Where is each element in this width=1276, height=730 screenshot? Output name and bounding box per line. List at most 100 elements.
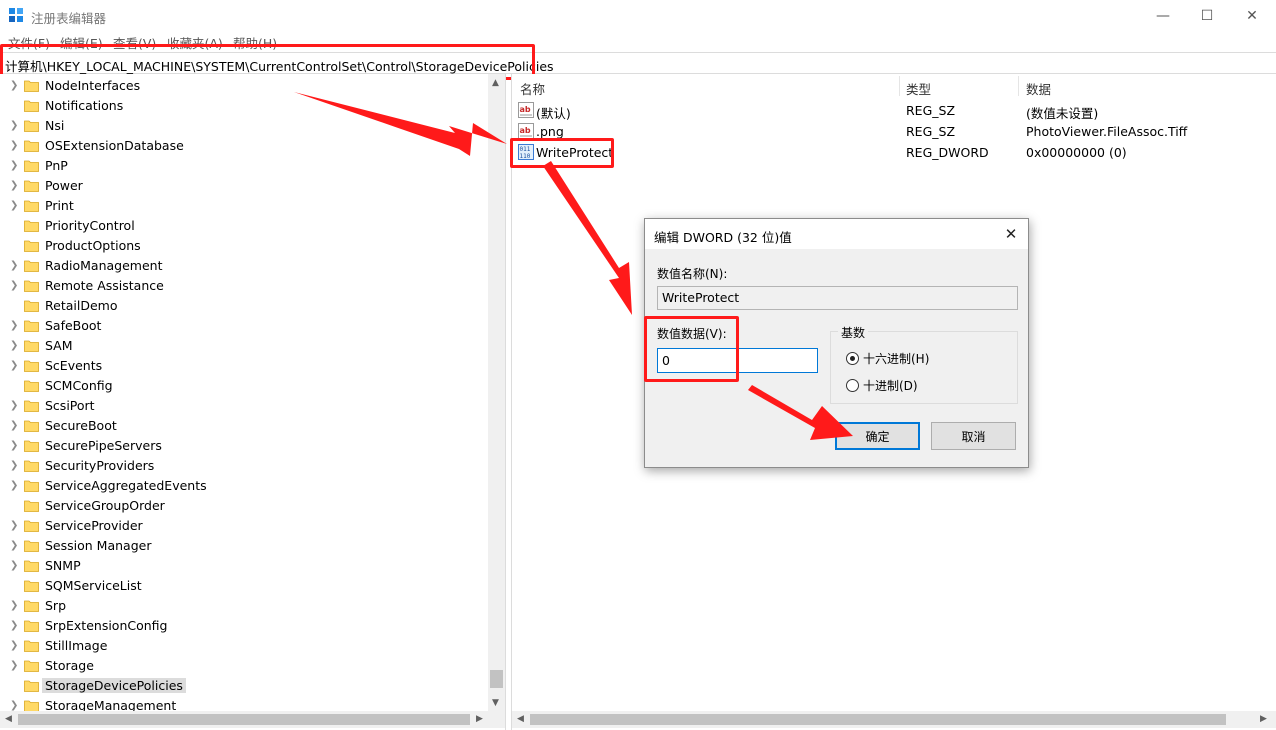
chevron-right-icon[interactable]: ❯ bbox=[10, 560, 18, 572]
tree-item[interactable]: StorageDevicePolicies bbox=[0, 676, 488, 696]
chevron-right-icon[interactable]: ❯ bbox=[10, 180, 18, 192]
tree-item-label[interactable]: Storage bbox=[45, 658, 94, 673]
tree-item-label[interactable]: SecureBoot bbox=[45, 418, 117, 433]
chevron-right-icon[interactable]: ❯ bbox=[10, 640, 18, 652]
tree-item[interactable]: ❯ Power bbox=[0, 176, 488, 196]
tree-item[interactable]: ❯ RadioManagement bbox=[0, 256, 488, 276]
tree-item-label[interactable]: Power bbox=[45, 178, 83, 193]
chevron-right-icon[interactable]: ❯ bbox=[10, 160, 18, 172]
tree-item[interactable]: RetailDemo bbox=[0, 296, 488, 316]
tree-item[interactable]: ❯ Srp bbox=[0, 596, 488, 616]
chevron-right-icon[interactable]: ❯ bbox=[10, 520, 18, 532]
tree-item-label[interactable]: SecurePipeServers bbox=[45, 438, 162, 453]
tree-item-label[interactable]: SCMConfig bbox=[45, 378, 113, 393]
tree-horizontal-scrollbar[interactable]: ◀ ▶ bbox=[0, 711, 505, 728]
chevron-right-icon[interactable]: ❯ bbox=[10, 460, 18, 472]
dialog-close-button[interactable]: ✕ bbox=[1001, 224, 1021, 244]
tree-item[interactable]: ❯ Session Manager bbox=[0, 536, 488, 556]
scroll-down-icon[interactable]: ▼ bbox=[492, 698, 499, 708]
tree-item[interactable]: ProductOptions bbox=[0, 236, 488, 256]
list-hscroll-thumb[interactable] bbox=[530, 714, 1226, 725]
tree-vertical-scrollbar[interactable]: ▲ ▼ bbox=[488, 74, 505, 711]
chevron-right-icon[interactable]: ❯ bbox=[10, 540, 18, 552]
tree-item-label[interactable]: PriorityControl bbox=[45, 218, 135, 233]
tree-item-label[interactable]: ServiceGroupOrder bbox=[45, 498, 165, 513]
chevron-right-icon[interactable]: ❯ bbox=[10, 140, 18, 152]
tree-item-label[interactable]: SecurityProviders bbox=[45, 458, 154, 473]
tree-item-label[interactable]: SQMServiceList bbox=[45, 578, 142, 593]
tree-item-label[interactable]: RadioManagement bbox=[45, 258, 162, 273]
tree-item-label[interactable]: Session Manager bbox=[45, 538, 151, 553]
cancel-button[interactable]: 取消 bbox=[931, 422, 1016, 450]
chevron-right-icon[interactable]: ❯ bbox=[10, 420, 18, 432]
tree-item[interactable]: ❯ SrpExtensionConfig bbox=[0, 616, 488, 636]
tree-item-label[interactable]: Srp bbox=[45, 598, 66, 613]
value-row-png[interactable]: ab .png REG_SZ PhotoViewer.FileAssoc.Tif… bbox=[512, 121, 1276, 142]
tree-item-label[interactable]: ScsiPort bbox=[45, 398, 95, 413]
tree-item[interactable]: ❯ PnP bbox=[0, 156, 488, 176]
column-separator[interactable] bbox=[899, 76, 900, 96]
tree-item-label[interactable]: Remote Assistance bbox=[45, 278, 164, 293]
edit-dword-dialog[interactable]: 编辑 DWORD (32 位)值 ✕ 数值名称(N): WriteProtect… bbox=[644, 218, 1029, 468]
menu-favorites[interactable]: 收藏夹(A) bbox=[167, 33, 223, 52]
chevron-right-icon[interactable]: ❯ bbox=[10, 440, 18, 452]
chevron-right-icon[interactable]: ❯ bbox=[10, 600, 18, 612]
tree-item-label[interactable]: RetailDemo bbox=[45, 298, 117, 313]
tree-item-label[interactable]: Notifications bbox=[45, 98, 123, 113]
tree-item[interactable]: ❯ StillImage bbox=[0, 636, 488, 656]
value-row-writeprotect[interactable]: 011 110 WriteProtect REG_DWORD 0x0000000… bbox=[512, 142, 1276, 163]
tree-item[interactable]: ServiceGroupOrder bbox=[0, 496, 488, 516]
chevron-right-icon[interactable]: ❯ bbox=[10, 340, 18, 352]
menu-edit[interactable]: 编辑(E) bbox=[60, 33, 103, 52]
tree-item[interactable]: ❯ ScsiPort bbox=[0, 396, 488, 416]
tree-item[interactable]: Notifications bbox=[0, 96, 488, 116]
tree-item-label[interactable]: PnP bbox=[45, 158, 68, 173]
column-header-name[interactable]: 名称 bbox=[520, 79, 545, 98]
tree-item[interactable]: ❯ Storage bbox=[0, 656, 488, 676]
value-row-default[interactable]: ab (默认) REG_SZ (数值未设置) bbox=[512, 100, 1276, 121]
list-horizontal-scrollbar[interactable]: ◀ ▶ bbox=[512, 711, 1276, 728]
tree-item[interactable]: SCMConfig bbox=[0, 376, 488, 396]
tree-item-label[interactable]: ServiceAggregatedEvents bbox=[45, 478, 207, 493]
tree-item[interactable]: ❯ ServiceAggregatedEvents bbox=[0, 476, 488, 496]
tree-item[interactable]: ❯ Print bbox=[0, 196, 488, 216]
tree-item[interactable]: ❯ Remote Assistance bbox=[0, 276, 488, 296]
address-path[interactable]: 计算机\HKEY_LOCAL_MACHINE\SYSTEM\CurrentCon… bbox=[5, 56, 554, 75]
tree-item-label[interactable]: Nsi bbox=[45, 118, 64, 133]
scroll-left-icon[interactable]: ◀ bbox=[5, 714, 12, 724]
tree-item-label[interactable]: OSExtensionDatabase bbox=[45, 138, 184, 153]
chevron-right-icon[interactable]: ❯ bbox=[10, 480, 18, 492]
chevron-right-icon[interactable]: ❯ bbox=[10, 620, 18, 632]
radio-dec-label[interactable]: 十进制(D) bbox=[863, 377, 918, 394]
chevron-right-icon[interactable]: ❯ bbox=[10, 80, 18, 92]
tree-item-label[interactable]: ScEvents bbox=[45, 358, 102, 373]
tree-item-label[interactable]: Print bbox=[45, 198, 74, 213]
value-data-input[interactable] bbox=[657, 348, 818, 373]
tree-item[interactable]: ❯ ScEvents bbox=[0, 356, 488, 376]
chevron-right-icon[interactable]: ❯ bbox=[10, 260, 18, 272]
tree-item-label[interactable]: SAM bbox=[45, 338, 73, 353]
tree-item[interactable]: ❯ ServiceProvider bbox=[0, 516, 488, 536]
maximize-button[interactable]: ☐ bbox=[1184, 0, 1230, 31]
menu-view[interactable]: 查看(V) bbox=[113, 33, 156, 52]
radio-hex-button[interactable] bbox=[846, 352, 859, 365]
ok-button[interactable]: 确定 bbox=[835, 422, 920, 450]
radio-hex-label[interactable]: 十六进制(H) bbox=[863, 350, 929, 367]
radio-dec-button[interactable] bbox=[846, 379, 859, 392]
tree-item[interactable]: ❯ Nsi bbox=[0, 116, 488, 136]
close-window-button[interactable]: ✕ bbox=[1229, 0, 1275, 31]
tree-item[interactable]: ❯ SafeBoot bbox=[0, 316, 488, 336]
tree-item[interactable]: ❯ NodeInterfaces bbox=[0, 76, 488, 96]
scroll-left-icon[interactable]: ◀ bbox=[517, 714, 524, 724]
tree-item-label[interactable]: ProductOptions bbox=[45, 238, 141, 253]
tree-item-label[interactable]: StorageDevicePolicies bbox=[42, 678, 186, 693]
tree-item[interactable]: ❯ SecurePipeServers bbox=[0, 436, 488, 456]
tree-item-label[interactable]: SafeBoot bbox=[45, 318, 101, 333]
chevron-right-icon[interactable]: ❯ bbox=[10, 660, 18, 672]
scroll-up-icon[interactable]: ▲ bbox=[492, 78, 499, 88]
column-separator[interactable] bbox=[1018, 76, 1019, 96]
tree-item-label[interactable]: NodeInterfaces bbox=[45, 78, 140, 93]
tree-item-label[interactable]: SrpExtensionConfig bbox=[45, 618, 167, 633]
scroll-right-icon[interactable]: ▶ bbox=[476, 714, 483, 724]
tree-item[interactable]: ❯ SAM bbox=[0, 336, 488, 356]
